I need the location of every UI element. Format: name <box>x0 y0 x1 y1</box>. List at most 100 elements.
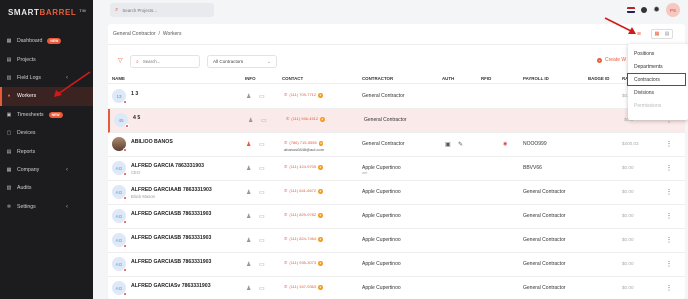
project-search-input[interactable] <box>122 7 213 13</box>
col-name[interactable]: NAME <box>112 76 125 81</box>
phone-number[interactable]: ✆ (786) 715-5555 ● <box>284 140 324 146</box>
id-card-icon[interactable]: ▭ <box>261 117 267 124</box>
worker-search[interactable]: ⌕ <box>130 55 200 68</box>
table-row[interactable]: 45 4 5 ♟ ▭ ✆ (111) 946-4512 ● General Cont… <box>108 109 685 133</box>
table-row[interactable]: ABILIOO BANOS ♟ ▭ ✆ (786) 715-5555 ● abano… <box>108 133 685 157</box>
brand-logo[interactable]: SMARTBARREL TM <box>8 8 86 17</box>
whatsapp-icon[interactable]: ● <box>318 165 323 170</box>
avatar[interactable]: 13 <box>112 89 127 104</box>
dropdown-item-positions[interactable]: Positions <box>628 47 688 60</box>
create-worker-button[interactable]: + Create W <box>597 57 626 63</box>
whatsapp-icon[interactable]: ● <box>318 213 323 218</box>
worker-name[interactable]: ALFRED GARCIASB 7863331903 <box>131 211 211 217</box>
worker-name[interactable]: ALFRED GARCIA 7863331903 <box>131 163 204 169</box>
table-row[interactable]: AG ALFRED GARCIASv 7863331903 ♟ ▭ ✆ (111)… <box>108 277 685 299</box>
worker-name[interactable]: ALFRED GARCIASv 7863331903 <box>131 283 211 289</box>
table-row[interactable]: AG ALFRED GARCIA 7863331903 CEO ♟ ▭ ✆ (11… <box>108 157 685 181</box>
breadcrumb-parent[interactable]: General Contractor <box>113 31 156 37</box>
id-card-icon[interactable]: ▭ <box>259 237 265 244</box>
project-search[interactable]: ⌕ <box>110 3 214 17</box>
id-card-icon[interactable]: ▭ <box>259 93 265 100</box>
gear-icon[interactable]: ✹ <box>653 6 660 14</box>
whatsapp-icon[interactable]: ● <box>318 93 323 98</box>
whatsapp-icon[interactable]: ● <box>318 189 323 194</box>
signature-icon[interactable]: ✎ <box>458 141 463 148</box>
col-payroll[interactable]: PAYROLL ID <box>523 76 549 81</box>
sidebar-item-timesheets[interactable]: ▣ Timesheets NEW <box>0 106 93 124</box>
sidebar-item-projects[interactable]: ▤ Projects <box>0 50 93 68</box>
avatar[interactable]: 45 <box>114 113 129 128</box>
phone-number[interactable]: ✆ (111) 347-9363 ● <box>284 284 323 290</box>
whatsapp-icon[interactable]: ● <box>318 237 323 242</box>
person-icon[interactable]: ♟ <box>246 261 251 268</box>
table-row[interactable]: AG ALFRED GARCIASB 7863331903 ♟ ▭ ✆ (111)… <box>108 229 685 253</box>
dropdown-item-contractors[interactable]: Contractors <box>627 73 686 86</box>
more-options-icon[interactable]: ⋮ <box>665 139 673 149</box>
list-view-icon[interactable]: ▤ <box>662 30 672 38</box>
id-card-icon[interactable]: ▭ <box>259 141 265 148</box>
sidebar-item-settings[interactable]: ✲ Settings ‹ <box>0 198 93 216</box>
more-options-icon[interactable]: ⋮ <box>665 283 673 293</box>
avatar[interactable]: AG <box>112 209 127 224</box>
sidebar-item-audits[interactable]: ▧ Audits <box>0 179 93 197</box>
id-card-icon[interactable]: ▭ <box>259 165 265 172</box>
worker-search-input[interactable] <box>142 59 193 64</box>
chevron-left-icon[interactable]: ‹ <box>66 204 68 210</box>
sidebar-item-company[interactable]: ▦ Company ‹ <box>0 161 93 179</box>
chevron-left-icon[interactable]: ‹ <box>66 167 68 173</box>
worker-name[interactable]: ALFRED GARCIAAB 7863331903 <box>131 187 212 193</box>
whatsapp-icon[interactable]: ● <box>318 141 324 146</box>
whatsapp-icon[interactable]: ● <box>318 261 323 266</box>
more-options-icon[interactable]: ⋮ <box>665 187 673 197</box>
table-row[interactable]: AG ALFRED GARCIASB 7863331903 ♟ ▭ ✆ (111)… <box>108 253 685 277</box>
worker-name[interactable]: ALFRED GARCIASB 7863331903 <box>131 235 211 241</box>
phone-number[interactable]: ✆ (111) 824-7464 ● <box>284 236 323 242</box>
person-icon[interactable]: ♟ <box>246 237 251 244</box>
rfid-icon[interactable]: ◉ <box>503 141 507 147</box>
person-icon[interactable]: ♟ <box>248 117 253 124</box>
sidebar-item-dashboard[interactable]: ▦ Dashboard NEW <box>0 32 93 50</box>
avatar[interactable]: AG <box>112 257 127 272</box>
table-row[interactable]: 13 1 3 ♟ ▭ ✆ (111) 709-7712 ● General Cont… <box>108 85 685 109</box>
phone-number[interactable]: ✆ (111) 424-9705 ● <box>284 164 323 170</box>
email[interactable]: abanos0848@aol.com <box>284 147 324 152</box>
more-options-icon[interactable]: ⋮ <box>665 211 673 221</box>
sidebar-item-devices[interactable]: ▢ Devices <box>0 124 93 142</box>
theme-toggle-icon[interactable] <box>641 7 648 13</box>
table-row[interactable]: AG ALFRED GARCIAAB 7863331903 Block Maso… <box>108 181 685 205</box>
auth-badge-icon[interactable]: ▣ <box>445 141 451 148</box>
worker-name[interactable]: ABILIOO BANOS <box>131 139 173 145</box>
id-card-icon[interactable]: ▭ <box>259 213 265 220</box>
sidebar-item-reports[interactable]: ▤ Reports <box>0 142 93 160</box>
whatsapp-icon[interactable]: ● <box>318 285 323 290</box>
phone-number[interactable]: ✆ (111) 935-3073 ● <box>284 260 323 266</box>
dropdown-item-departments[interactable]: Departments <box>628 60 688 73</box>
id-card-icon[interactable]: ▭ <box>259 261 265 268</box>
person-icon[interactable]: ♟ <box>246 141 251 148</box>
avatar[interactable]: PS <box>666 3 680 17</box>
person-icon[interactable]: ♟ <box>246 213 251 220</box>
id-card-icon[interactable]: ▭ <box>259 189 265 196</box>
avatar[interactable] <box>112 137 127 152</box>
more-options-icon[interactable]: ⋮ <box>665 163 673 173</box>
contractor-select[interactable]: All Contractors ⌄ <box>207 55 277 68</box>
worker-name[interactable]: ALFRED GARCIASB 7863331903 <box>131 259 211 265</box>
worker-name[interactable]: 4 5 <box>133 115 140 121</box>
person-icon[interactable]: ♟ <box>246 165 251 172</box>
more-options-icon[interactable]: ⋮ <box>665 259 673 269</box>
id-card-icon[interactable]: ▭ <box>259 285 265 292</box>
person-icon[interactable]: ♟ <box>246 93 251 100</box>
col-contractor[interactable]: CONTRACTOR <box>362 76 393 81</box>
grid-view-icon[interactable]: ▦ <box>652 30 662 38</box>
phone-number[interactable]: ✆ (111) 641-6672 ● <box>284 188 323 194</box>
person-icon[interactable]: ♟ <box>246 285 251 292</box>
avatar[interactable]: AG <box>112 233 127 248</box>
language-flag-icon[interactable] <box>627 7 636 13</box>
phone-number[interactable]: ✆ (111) 946-4512 ● <box>286 116 325 122</box>
col-badge[interactable]: BADGE ID <box>588 76 609 81</box>
avatar[interactable]: AG <box>112 161 127 176</box>
avatar[interactable]: AG <box>112 281 127 296</box>
avatar[interactable]: AG <box>112 185 127 200</box>
phone-number[interactable]: ✆ (111) 709-7712 ● <box>284 92 323 98</box>
whatsapp-icon[interactable]: ● <box>320 117 325 122</box>
